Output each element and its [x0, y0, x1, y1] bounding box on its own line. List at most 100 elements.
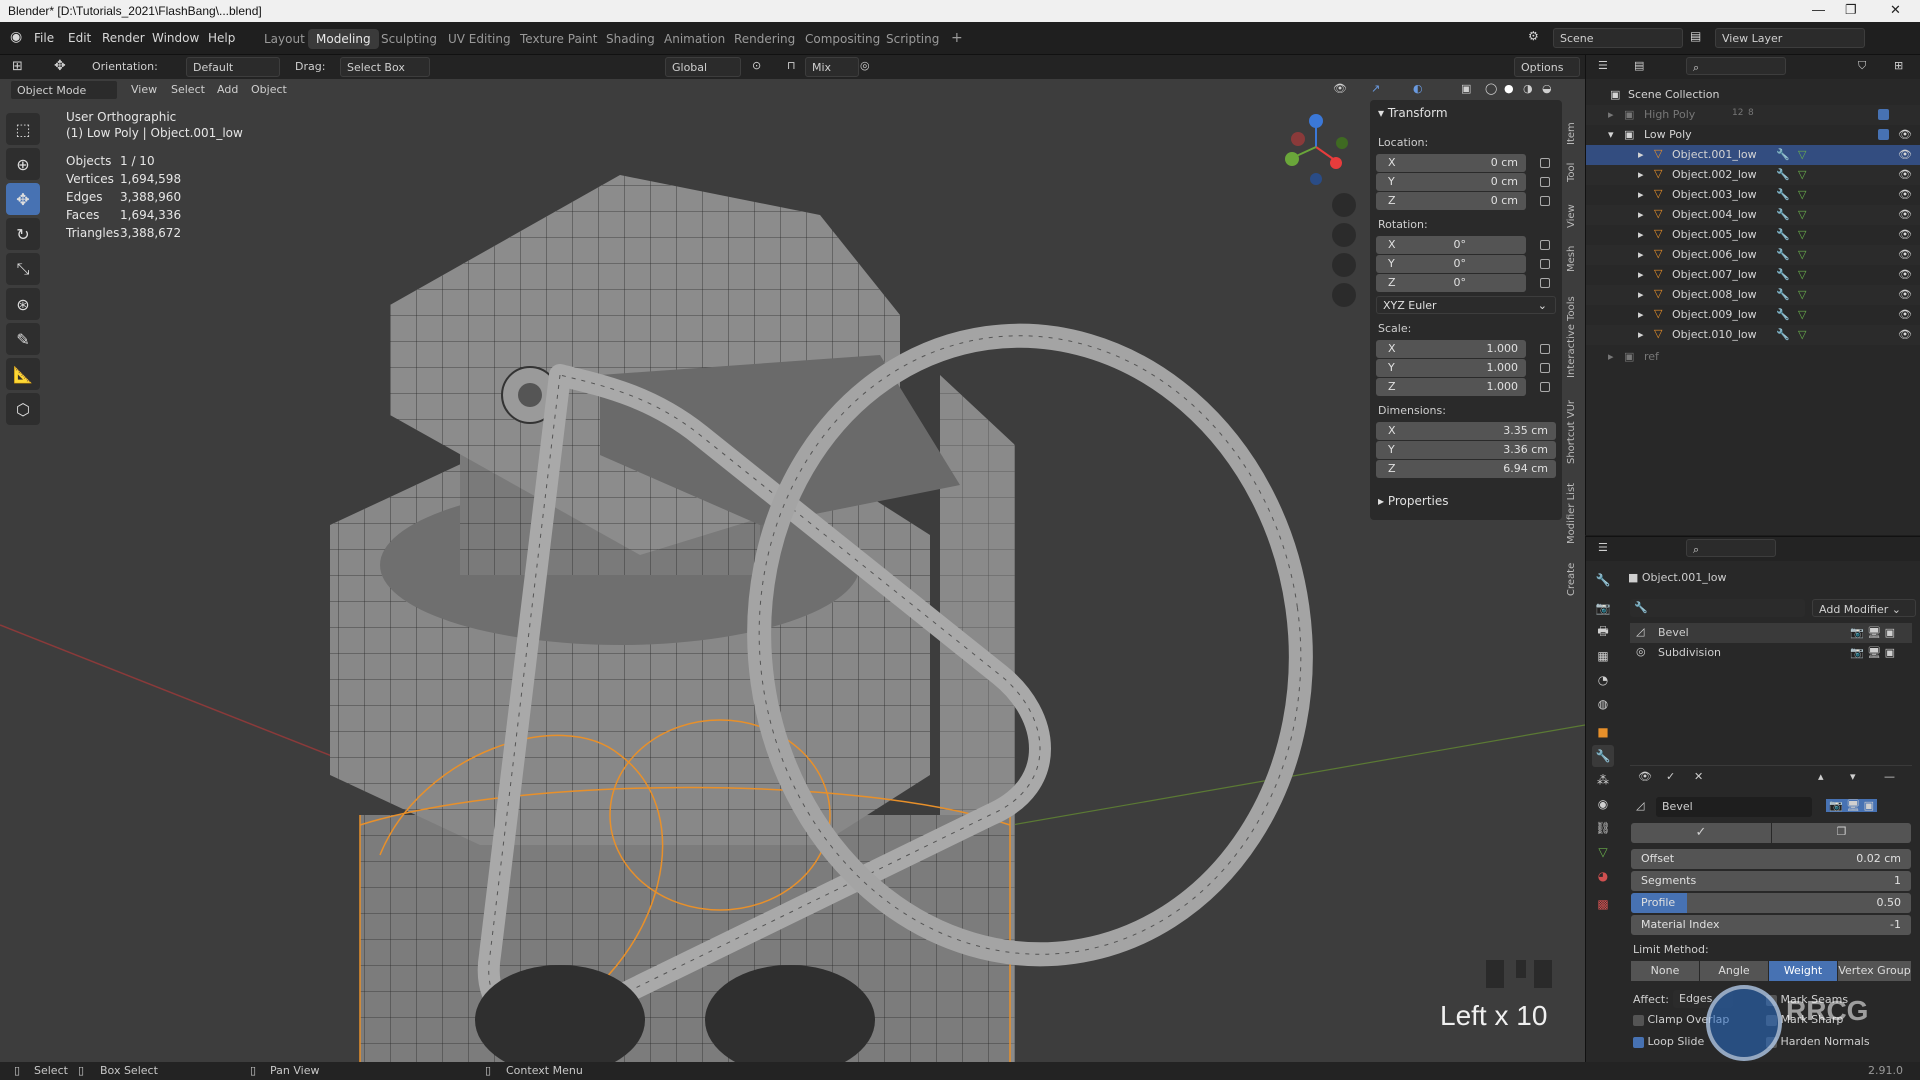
lock-icon[interactable]: [1540, 382, 1550, 392]
lock-icon[interactable]: [1540, 196, 1550, 206]
gizmo-toggle-icon[interactable]: ↗: [1371, 82, 1380, 95]
visibility-eye-icon[interactable]: 👁: [1898, 148, 1912, 161]
outliner-collection-high-poly[interactable]: ▸ ▣ High Poly 12 8: [1586, 105, 1920, 125]
render-properties-icon[interactable]: 📷: [1592, 597, 1614, 619]
move-tool-button-icon[interactable]: ✥: [6, 183, 40, 215]
scale-x-field[interactable]: X 1.000: [1376, 340, 1526, 358]
annotate-tool-icon[interactable]: ✎: [6, 323, 40, 355]
object-properties-icon[interactable]: ■: [1592, 721, 1614, 743]
scale-tool-icon[interactable]: ⤡: [6, 253, 40, 285]
outliner-object-row[interactable]: ▸ ▽ Object.008_low 🔧 ▽ 👁: [1586, 285, 1920, 305]
sidebar-tab-view[interactable]: View: [1566, 194, 1584, 228]
cursor-tool-icon[interactable]: ⊕: [6, 148, 40, 180]
view-layer-properties-icon[interactable]: ▦: [1592, 645, 1614, 667]
add-workspace-icon[interactable]: +: [943, 27, 971, 47]
minimize-icon[interactable]: —: [1812, 2, 1825, 17]
rotation-x-field[interactable]: X 0°: [1376, 236, 1526, 254]
mesh-data-icon[interactable]: ▽: [1798, 148, 1806, 161]
bevel-offset-field[interactable]: Offset 0.02 cm: [1631, 849, 1911, 869]
constraint-properties-icon[interactable]: ⛓: [1592, 817, 1614, 839]
bevel-material-index-field[interactable]: Material Index -1: [1631, 915, 1911, 935]
transform-panel-header[interactable]: ▾ Transform: [1378, 106, 1448, 120]
outliner-search-input[interactable]: ⌕: [1686, 57, 1786, 75]
tab-modeling[interactable]: Modeling: [308, 29, 379, 49]
menu-add[interactable]: Add: [217, 83, 238, 96]
scene-selector[interactable]: Scene: [1553, 28, 1683, 48]
bevel-profile-slider[interactable]: Profile 0.50: [1631, 893, 1911, 913]
mesh-data-icon[interactable]: ▽: [1798, 268, 1806, 281]
lock-icon[interactable]: [1540, 177, 1550, 187]
visibility-eye-icon[interactable]: 👁: [1898, 328, 1912, 341]
menu-window[interactable]: Window: [152, 31, 199, 45]
modifier-wrench-icon[interactable]: 🔧: [1776, 268, 1790, 281]
options-dropdown[interactable]: Options: [1514, 57, 1580, 77]
sidebar-tab-modifier-list[interactable]: Modifier List: [1566, 474, 1584, 544]
mesh-data-icon[interactable]: ▽: [1798, 328, 1806, 341]
lock-icon[interactable]: [1540, 259, 1550, 269]
menu-edit[interactable]: Edit: [68, 31, 91, 45]
expand-arrow-icon[interactable]: ▸: [1638, 288, 1644, 301]
outliner-object-row[interactable]: ▸ ▽ Object.001_low 🔧 ▽ 👁: [1586, 145, 1920, 165]
outliner-collection-ref[interactable]: ▸ ▣ ref: [1586, 347, 1920, 367]
move-up-icon[interactable]: ▴: [1818, 770, 1824, 783]
solid-shading-icon[interactable]: ●: [1504, 82, 1514, 95]
sidebar-tab-shortcut-vur[interactable]: Shortcut VUr: [1566, 388, 1584, 464]
tab-scripting[interactable]: Scripting: [878, 29, 947, 49]
rendered-shading-icon[interactable]: ◒: [1542, 82, 1552, 95]
sidebar-tab-item[interactable]: Item: [1566, 105, 1584, 145]
scale-z-field[interactable]: Z 1.000: [1376, 378, 1526, 396]
bevel-segments-field[interactable]: Segments 1: [1631, 871, 1911, 891]
outliner-editor-icon[interactable]: ☰: [1598, 59, 1608, 72]
view-layer-selector[interactable]: View Layer: [1715, 28, 1865, 48]
expand-arrow-icon[interactable]: ▸: [1638, 168, 1644, 181]
properties-panel-header[interactable]: ▸ Properties: [1378, 494, 1449, 508]
expand-arrow-icon[interactable]: ▸: [1638, 208, 1644, 221]
modifier-visibility-toggles[interactable]: 📷 🖥 ▣: [1826, 799, 1878, 812]
modifier-wrench-icon[interactable]: 🔧: [1776, 328, 1790, 341]
lock-icon[interactable]: [1540, 158, 1550, 168]
scene-properties-icon[interactable]: ◔: [1592, 669, 1614, 691]
material-shading-icon[interactable]: ◑: [1523, 82, 1533, 95]
overlay-toggle-icon[interactable]: ◐: [1413, 82, 1423, 95]
sidebar-tab-tool[interactable]: Tool: [1566, 152, 1584, 182]
location-y-field[interactable]: Y0 cm: [1376, 173, 1526, 191]
modifier-wrench-icon[interactable]: 🔧: [1776, 168, 1790, 181]
blender-logo-icon[interactable]: ◉: [10, 29, 22, 45]
tab-layout[interactable]: Layout: [256, 29, 313, 49]
display-mode-icon[interactable]: ▤: [1634, 59, 1644, 72]
outliner-object-row[interactable]: ▸ ▽ Object.004_low 🔧 ▽ 👁: [1586, 205, 1920, 225]
mesh-data-icon[interactable]: ▽: [1798, 188, 1806, 201]
modifier-wrench-icon[interactable]: 🔧: [1776, 248, 1790, 261]
delete-all-icon[interactable]: ✕: [1694, 770, 1703, 783]
visibility-eye-icon[interactable]: 👁: [1898, 308, 1912, 321]
menu-help[interactable]: Help: [208, 31, 235, 45]
lock-icon[interactable]: [1540, 363, 1550, 373]
mesh-data-icon[interactable]: ▽: [1798, 308, 1806, 321]
visibility-eye-icon[interactable]: 👁: [1898, 228, 1912, 241]
apply-all-icon[interactable]: ✓: [1666, 770, 1675, 783]
transform-tool-icon[interactable]: ⊛: [6, 288, 40, 320]
proportional-edit-icon[interactable]: ◎: [860, 59, 870, 72]
tab-rendering[interactable]: Rendering: [726, 29, 803, 49]
world-properties-icon[interactable]: ◍: [1592, 693, 1614, 715]
expand-arrow-icon[interactable]: ▸: [1638, 148, 1644, 161]
snap-dropdown[interactable]: Mix: [805, 57, 859, 77]
transform-orientation-dropdown[interactable]: Global: [665, 57, 741, 77]
modifier-filter-input[interactable]: 🔧: [1630, 599, 1805, 617]
close-icon[interactable]: ✕: [1890, 2, 1901, 18]
outliner-scene-collection[interactable]: ▣ Scene Collection: [1586, 85, 1920, 105]
modifier-wrench-icon[interactable]: 🔧: [1776, 188, 1790, 201]
expand-arrow-icon[interactable]: ▸: [1638, 188, 1644, 201]
expand-arrow-icon[interactable]: ▸: [1638, 248, 1644, 261]
outliner-object-row[interactable]: ▸ ▽ Object.010_low 🔧 ▽ 👁: [1586, 325, 1920, 345]
drag-dropdown[interactable]: Select Box: [340, 57, 430, 77]
menu-object[interactable]: Object: [251, 83, 287, 96]
visibility-eye-icon[interactable]: 👁: [1898, 268, 1912, 281]
sidebar-tab-mesh[interactable]: Mesh: [1566, 238, 1584, 272]
mode-dropdown[interactable]: Object Mode: [10, 80, 118, 100]
expand-arrow-icon[interactable]: ▸: [1638, 228, 1644, 241]
sidebar-tab-interactive-tools[interactable]: Interactive Tools: [1566, 282, 1584, 378]
expand-arrow-icon[interactable]: ▸: [1638, 328, 1644, 341]
limit-method-weight[interactable]: Weight: [1769, 961, 1837, 981]
material-properties-icon[interactable]: ◕: [1592, 865, 1614, 887]
